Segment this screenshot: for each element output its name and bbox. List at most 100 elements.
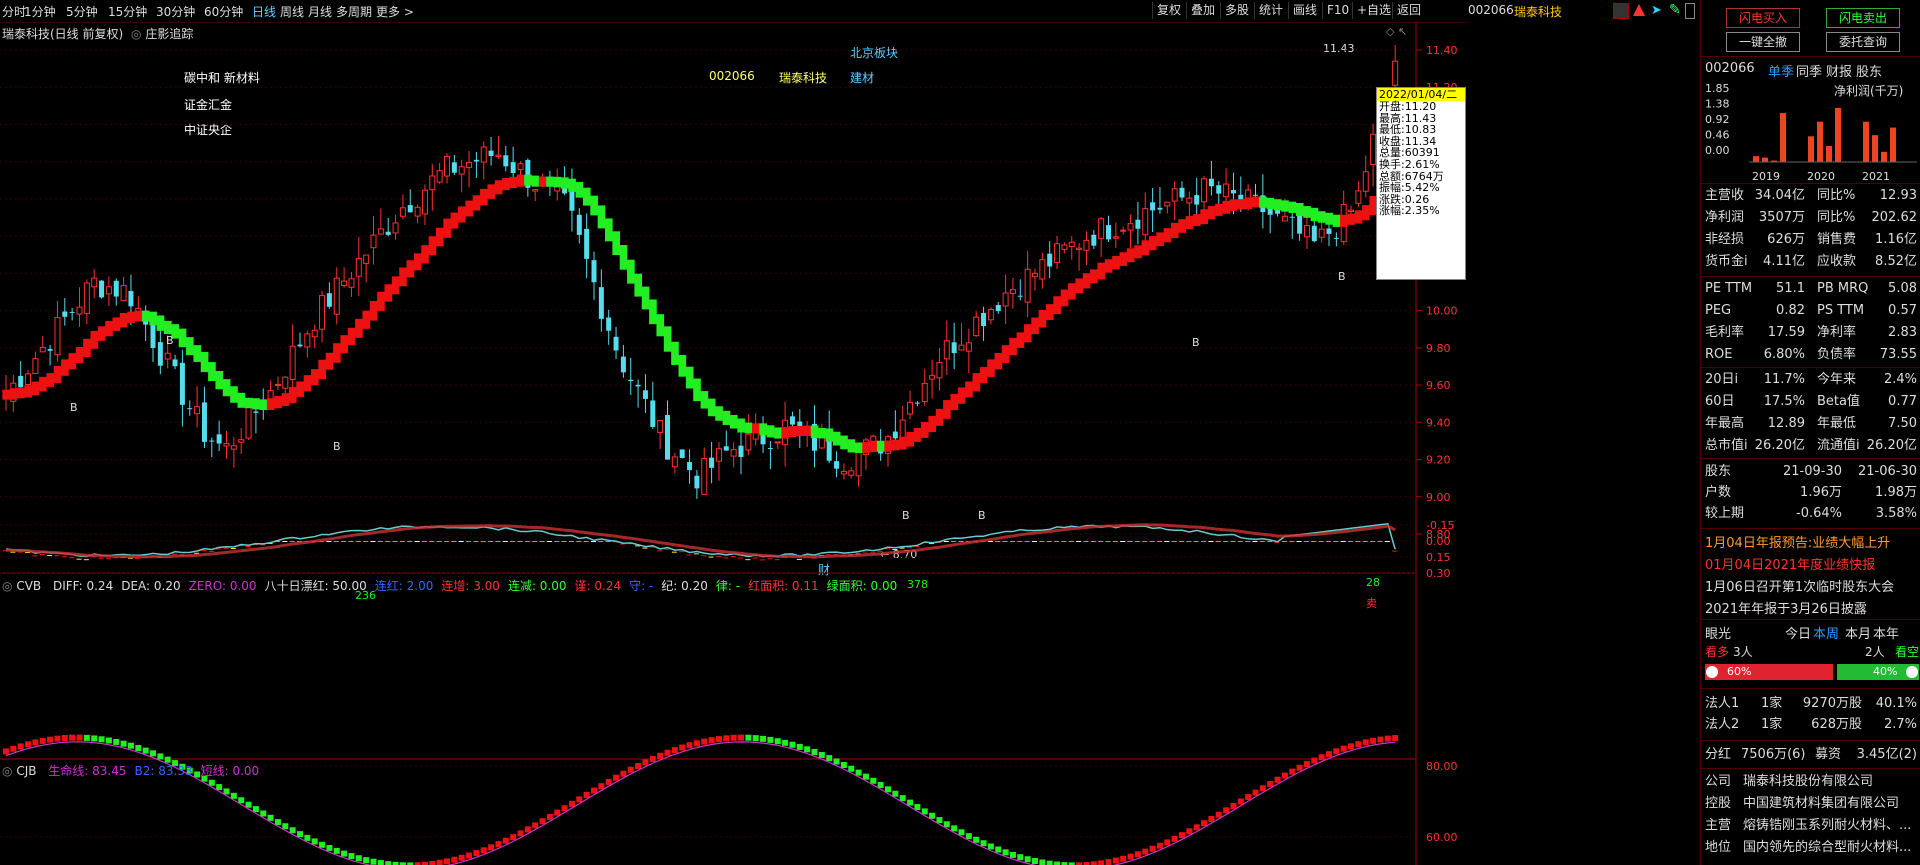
news-item[interactable]: 1月04日年报预告:业绩大幅上升 xyxy=(1705,532,1890,551)
holder-value2: 21-06-30 xyxy=(1857,464,1917,479)
toolbar-button[interactable]: 复权 xyxy=(1152,2,1185,19)
period-tab[interactable]: 15分钟 xyxy=(108,3,147,20)
period-tab[interactable]: 5分钟 xyxy=(66,3,98,20)
period-tab[interactable]: 多周期 xyxy=(336,3,372,20)
period-tab[interactable]: 周线 xyxy=(280,3,304,20)
cjb-block xyxy=(532,822,539,829)
panel-tab[interactable]: 单季 xyxy=(1768,61,1794,80)
trend-block xyxy=(803,425,812,436)
cvb-bar xyxy=(98,557,104,559)
profit-bar xyxy=(1863,121,1869,162)
eye-tab[interactable]: 本周 xyxy=(1813,623,1839,642)
trend-block xyxy=(75,347,84,364)
trend-block xyxy=(178,328,187,348)
leaf-icon[interactable]: ✎ xyxy=(1669,2,1681,18)
val-label: 毛利率 xyxy=(1705,325,1745,340)
candle-body xyxy=(473,159,479,162)
trend-block xyxy=(281,393,290,406)
panel-toggle-icon[interactable] xyxy=(1685,3,1695,19)
candle-body xyxy=(311,329,318,338)
trend-block xyxy=(237,392,246,408)
dividend-label: 分红 xyxy=(1705,747,1732,762)
cvb-bar xyxy=(1303,541,1309,542)
trend-block xyxy=(119,312,128,328)
mini-y-label: 1.38 xyxy=(1705,98,1730,111)
flash-sell-button[interactable]: 闪电卖出 xyxy=(1826,8,1900,28)
eye-tab[interactable]: 本年 xyxy=(1873,623,1899,642)
trend-block xyxy=(1126,248,1135,263)
toolbar-button[interactable]: 叠加 xyxy=(1186,2,1219,19)
cancel-all-button[interactable]: 一键全撤 xyxy=(1726,32,1800,52)
cvb-bar xyxy=(1105,541,1111,542)
trend-block xyxy=(700,391,709,409)
trend-block xyxy=(891,439,900,451)
period-tab[interactable]: 月线 xyxy=(308,3,332,20)
flag-icon[interactable] xyxy=(1633,4,1645,16)
cjb-title[interactable]: CJB xyxy=(16,764,36,778)
mini-y-label: 0.92 xyxy=(1705,113,1730,126)
candle-body xyxy=(1303,225,1310,238)
toolbar-button[interactable]: 统计 xyxy=(1254,2,1287,19)
cjb-block xyxy=(1223,807,1230,814)
period-tab[interactable]: 60分钟 xyxy=(204,3,243,20)
eye-tab[interactable]: 今日 xyxy=(1785,623,1811,642)
order-query-button[interactable]: 委托查询 xyxy=(1826,32,1900,52)
news-icon[interactable] xyxy=(1613,3,1629,19)
fin-label: 非经损 xyxy=(1705,232,1745,247)
period-tab[interactable]: 分时 xyxy=(2,3,26,20)
holder-row: 股东 21-09-30 21-06-30 xyxy=(1705,462,1917,482)
perf-label2: 今年来 xyxy=(1817,372,1857,387)
candle-body xyxy=(738,445,744,457)
cjb-block xyxy=(69,734,76,741)
toolbar-button[interactable]: F10 xyxy=(1322,2,1353,19)
cvb-bar xyxy=(1392,550,1398,552)
toolbar-button[interactable]: 画线 xyxy=(1288,2,1321,19)
cvb-title[interactable]: CVB xyxy=(16,579,41,593)
candle-body xyxy=(532,189,539,192)
period-tab[interactable]: 更多 > xyxy=(376,3,414,20)
news-item[interactable]: 1月06日召开第1次临时股东大会 xyxy=(1705,576,1894,595)
candle-body xyxy=(834,461,840,469)
trend-block xyxy=(678,354,687,377)
cvb-bar xyxy=(517,541,523,542)
cvb-bar xyxy=(1245,541,1251,542)
period-tab[interactable]: 1分钟 xyxy=(24,3,56,20)
kline-chart[interactable]: 11.4011.2011.0010.009.809.609.409.209.00… xyxy=(0,22,1466,865)
toolbar-button[interactable]: +自选 xyxy=(1352,2,1395,19)
cjb-block xyxy=(973,836,980,843)
cjb-block xyxy=(1105,859,1112,865)
cjb-block xyxy=(745,734,752,741)
panel-tab[interactable]: 财报 xyxy=(1826,61,1852,80)
cvb-bar xyxy=(877,550,883,552)
holder-value: -0.64% xyxy=(1796,506,1842,521)
panel-tab[interactable]: 同季 xyxy=(1796,61,1822,80)
news-item[interactable]: 01月04日2021年度业绩快报 xyxy=(1705,554,1875,573)
cjb-value: 生命线: 83.45 xyxy=(48,764,127,778)
cvb-bar xyxy=(554,541,560,542)
news-item[interactable]: 2021年年报于3月26日披露 xyxy=(1705,598,1867,617)
candle-body xyxy=(958,344,965,351)
cursor-icon[interactable]: ➤ xyxy=(1651,3,1662,18)
toolbar-button[interactable]: 返回 xyxy=(1392,2,1425,19)
period-tab[interactable]: 日线 xyxy=(252,3,276,20)
trend-block xyxy=(774,427,782,439)
cvb-bar xyxy=(1142,541,1148,542)
cjb-block xyxy=(127,742,134,749)
cvb-title-bar: ◎ CVB DIFF: 0.24 DEA: 0.20 ZERO: 0.00 八十日漂红… xyxy=(2,577,897,594)
eye-tab[interactable]: 本月 xyxy=(1845,623,1871,642)
panel-tab[interactable]: 股东 xyxy=(1856,61,1882,80)
trend-block xyxy=(399,267,407,287)
flash-buy-button[interactable]: 闪电买入 xyxy=(1726,8,1800,28)
cjb-block xyxy=(826,755,833,762)
val-label: ROE xyxy=(1705,347,1733,362)
cjb-block xyxy=(333,847,340,854)
cvb-bar xyxy=(1134,541,1140,542)
cjb-block xyxy=(1164,839,1171,846)
cjb-block xyxy=(260,810,267,817)
cvb-bar xyxy=(686,554,692,556)
toolbar-button[interactable]: 多股 xyxy=(1220,2,1253,19)
cvb-bar xyxy=(1193,541,1199,542)
period-tab[interactable]: 30分钟 xyxy=(156,3,195,20)
candle-body xyxy=(1120,229,1127,232)
fin-value: 34.04亿 xyxy=(1754,188,1805,203)
